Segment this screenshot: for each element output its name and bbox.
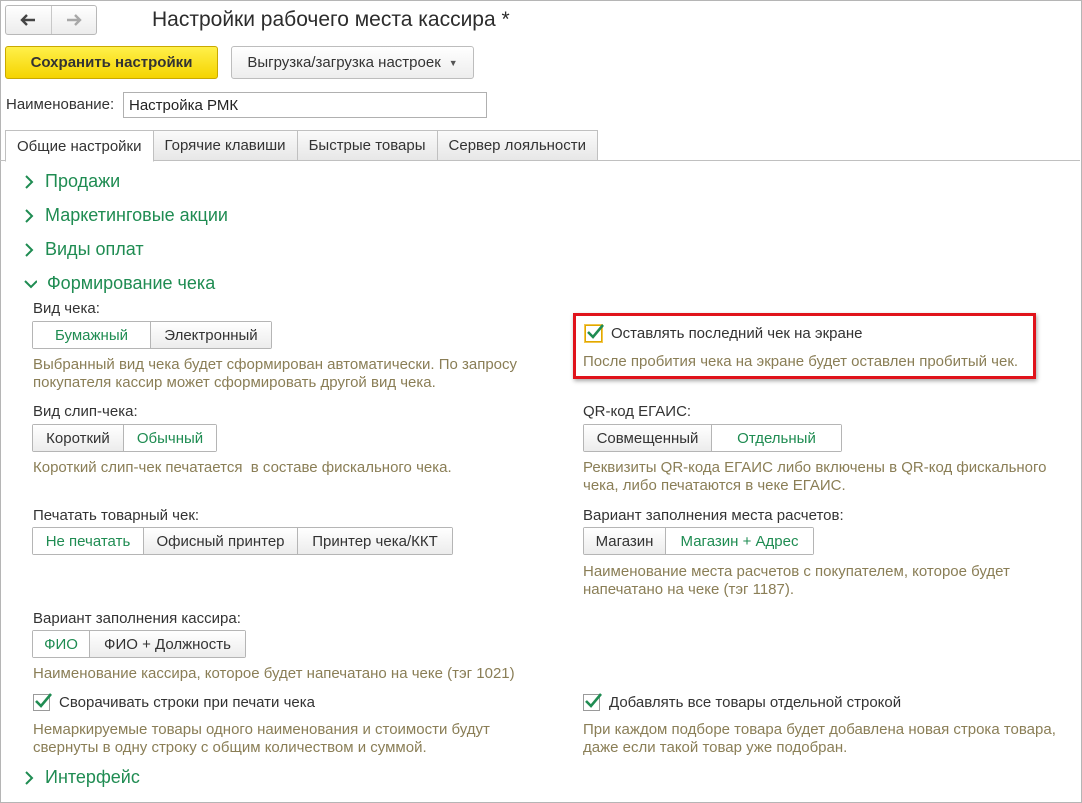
cashier-fill-selector: ФИО ФИО + Должность (32, 630, 246, 658)
separate-rows-checkbox[interactable]: Добавлять все товары отдельной строкой (583, 693, 902, 711)
chevron-down-icon (24, 279, 37, 288)
collapse-rows-hint: Немаркируемые товары одного наименования… (33, 721, 490, 756)
checkmark-icon (587, 324, 604, 339)
chevron-right-icon (25, 242, 34, 257)
export-import-button[interactable]: Выгрузка/загрузка настроек ▼ (231, 46, 474, 79)
checkbox-box (585, 324, 604, 342)
goods-receipt-kkt-printer[interactable]: Принтер чека/ККТ (297, 528, 452, 554)
payment-place-label: Вариант заполнения места расчетов: (583, 507, 844, 524)
cashier-fill-label: Вариант заполнения кассира: (33, 610, 241, 627)
cashier-fill-hint: Наименование кассира, которое будет напе… (33, 665, 515, 682)
separate-rows-hint: При каждом подборе товара будет добавлен… (583, 721, 1056, 756)
export-import-label: Выгрузка/загрузка настроек (247, 54, 441, 71)
arrow-right-icon (66, 14, 82, 26)
keep-last-receipt-label: Оставлять последний чек на экране (611, 325, 863, 342)
cashier-fill-name-position[interactable]: ФИО + Должность (89, 631, 245, 657)
name-label: Наименование: (6, 96, 115, 113)
qr-egais-separate[interactable]: Отдельный (711, 425, 841, 451)
tab-general[interactable]: Общие настройки (5, 130, 154, 162)
section-receipt[interactable]: Формирование чека (23, 273, 215, 294)
tab-quick-goods[interactable]: Быстрые товары (297, 130, 438, 161)
section-marketing-label: Маркетинговые акции (45, 205, 228, 225)
section-sales-label: Продажи (45, 171, 121, 191)
keep-last-receipt-checkbox[interactable]: Оставлять последний чек на экране (585, 324, 863, 342)
payment-place-selector: Магазин Магазин + Адрес (583, 527, 814, 555)
tab-hotkeys[interactable]: Горячие клавиши (153, 130, 298, 161)
receipt-type-paper[interactable]: Бумажный (33, 322, 150, 348)
cashier-fill-name[interactable]: ФИО (33, 631, 89, 657)
receipt-type-selector: Бумажный Электронный (32, 321, 272, 349)
page-title: Настройки рабочего места кассира * (152, 8, 510, 31)
payment-place-hint: Наименование места расчетов с покупателе… (583, 563, 1010, 598)
qr-egais-selector: Совмещенный Отдельный (583, 424, 842, 452)
section-payments-label: Виды оплат (45, 239, 144, 259)
separate-rows-label: Добавлять все товары отдельной строкой (609, 694, 902, 711)
goods-receipt-label: Печатать товарный чек: (33, 507, 200, 524)
chevron-right-icon (25, 770, 34, 785)
section-receipt-label: Формирование чека (47, 273, 216, 293)
section-marketing[interactable]: Маркетинговые акции (23, 205, 228, 226)
keep-last-receipt-hint: После пробития чека на экране будет оста… (583, 353, 1019, 370)
tab-bar: Общие настройки Горячие клавиши Быстрые … (5, 130, 599, 162)
checkbox-box (583, 693, 602, 711)
section-sales[interactable]: Продажи (23, 171, 120, 192)
payment-place-shop[interactable]: Магазин (584, 528, 665, 554)
goods-receipt-selector: Не печатать Офисный принтер Принтер чека… (32, 527, 453, 555)
payment-place-shop-address[interactable]: Магазин + Адрес (665, 528, 813, 554)
checkbox-box (33, 693, 52, 711)
receipt-type-electronic[interactable]: Электронный (150, 322, 271, 348)
arrow-left-icon (20, 14, 36, 26)
checkmark-icon (35, 693, 52, 708)
section-interface-label: Интерфейс (45, 767, 140, 787)
qr-egais-label: QR-код ЕГАИС: (583, 403, 692, 420)
slip-type-normal[interactable]: Обычный (123, 425, 216, 451)
chevron-right-icon (25, 174, 34, 189)
slip-type-selector: Короткий Обычный (32, 424, 217, 452)
section-interface[interactable]: Интерфейс (23, 767, 140, 788)
receipt-type-label: Вид чека: (33, 300, 100, 317)
tab-loyalty-server[interactable]: Сервер лояльности (437, 130, 599, 161)
receipt-type-hint: Выбранный вид чека будет сформирован авт… (33, 356, 518, 391)
collapse-rows-checkbox[interactable]: Сворачивать строки при печати чека (33, 693, 315, 711)
name-input[interactable] (123, 92, 487, 118)
qr-egais-hint: Реквизиты QR-кода ЕГАИС либо включены в … (583, 459, 1047, 494)
section-payments[interactable]: Виды оплат (23, 239, 144, 260)
chevron-right-icon (25, 208, 34, 223)
slip-type-label: Вид слип-чека: (33, 403, 138, 420)
qr-egais-combined[interactable]: Совмещенный (584, 425, 711, 451)
slip-type-short[interactable]: Короткий (33, 425, 123, 451)
back-button[interactable] (6, 6, 51, 34)
goods-receipt-office-printer[interactable]: Офисный принтер (143, 528, 297, 554)
save-settings-button[interactable]: Сохранить настройки (5, 46, 218, 79)
collapse-rows-label: Сворачивать строки при печати чека (59, 694, 315, 711)
nav-group (5, 5, 97, 35)
dropdown-caret-icon: ▼ (448, 57, 458, 68)
checkmark-icon (585, 693, 602, 708)
forward-button[interactable] (50, 6, 97, 34)
goods-receipt-none[interactable]: Не печатать (33, 528, 143, 554)
slip-type-hint: Короткий слип-чек печатается в составе ф… (33, 459, 452, 476)
